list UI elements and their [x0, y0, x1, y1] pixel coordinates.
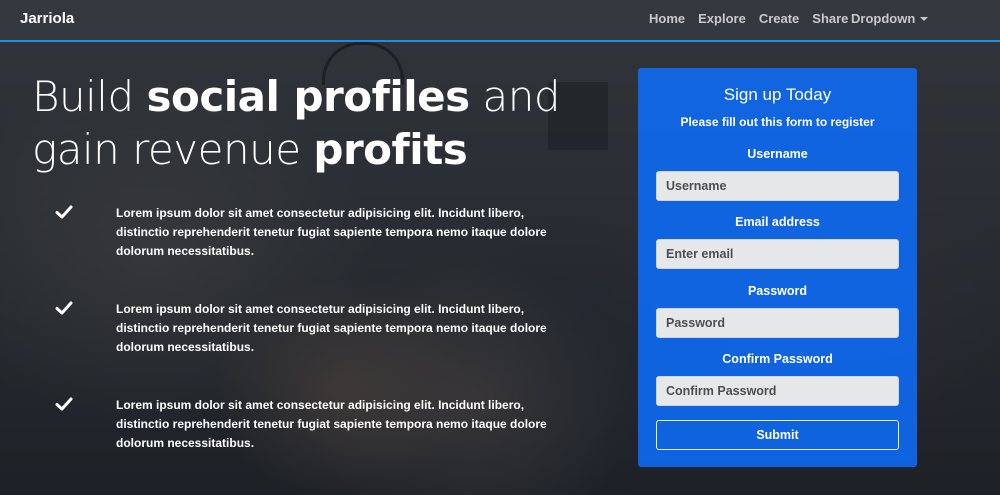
nav-links: Home Explore Create Share — [636, 11, 848, 26]
check-icon — [55, 301, 73, 315]
signup-title: Sign up Today — [723, 85, 832, 104]
nav-link-share[interactable]: Share — [812, 11, 848, 26]
email-input[interactable] — [656, 239, 899, 269]
hero-line2-bold: profits — [313, 125, 468, 174]
navbar: Jarriola Home Explore Create Share Dropd… — [0, 0, 1000, 42]
hero-line2-light: gain revenue — [32, 125, 314, 174]
confirm-password-input[interactable] — [656, 376, 899, 406]
submit-button[interactable]: Submit — [656, 420, 899, 450]
check-icon — [55, 397, 73, 411]
feature-text: Lorem ipsum dolor sit amet consectetur a… — [116, 398, 547, 450]
feature-text: Lorem ipsum dolor sit amet consectetur a… — [116, 302, 547, 354]
password-label: Password — [747, 284, 808, 298]
hero-heading: Build social profiles and gain revenue p… — [32, 70, 592, 176]
caret-down-icon — [920, 17, 929, 21]
nav-link-create[interactable]: Create — [759, 11, 799, 26]
nav-dropdown-label: Dropdown — [851, 11, 916, 26]
nav-link-home[interactable]: Home — [649, 11, 685, 26]
brand-logo[interactable]: Jarriola — [20, 10, 74, 27]
signup-subtitle: Please fill out this form to register — [680, 115, 875, 129]
signup-card: Sign up Today Please fill out this form … — [638, 68, 917, 467]
nav-dropdown[interactable]: Dropdown — [851, 11, 929, 26]
username-input[interactable] — [656, 171, 899, 201]
confirm-password-label: Confirm Password — [722, 352, 833, 366]
username-label: Username — [747, 147, 808, 161]
hero-line1-light: Build — [32, 72, 147, 121]
feature-text: Lorem ipsum dolor sit amet consectetur a… — [116, 206, 547, 258]
email-label: Email address — [735, 215, 820, 229]
nav-link-explore[interactable]: Explore — [698, 11, 746, 26]
check-icon — [55, 205, 73, 219]
hero-line1-tail: and — [469, 72, 561, 121]
hero-line1-bold: social profiles — [146, 72, 470, 121]
password-input[interactable] — [656, 308, 899, 338]
